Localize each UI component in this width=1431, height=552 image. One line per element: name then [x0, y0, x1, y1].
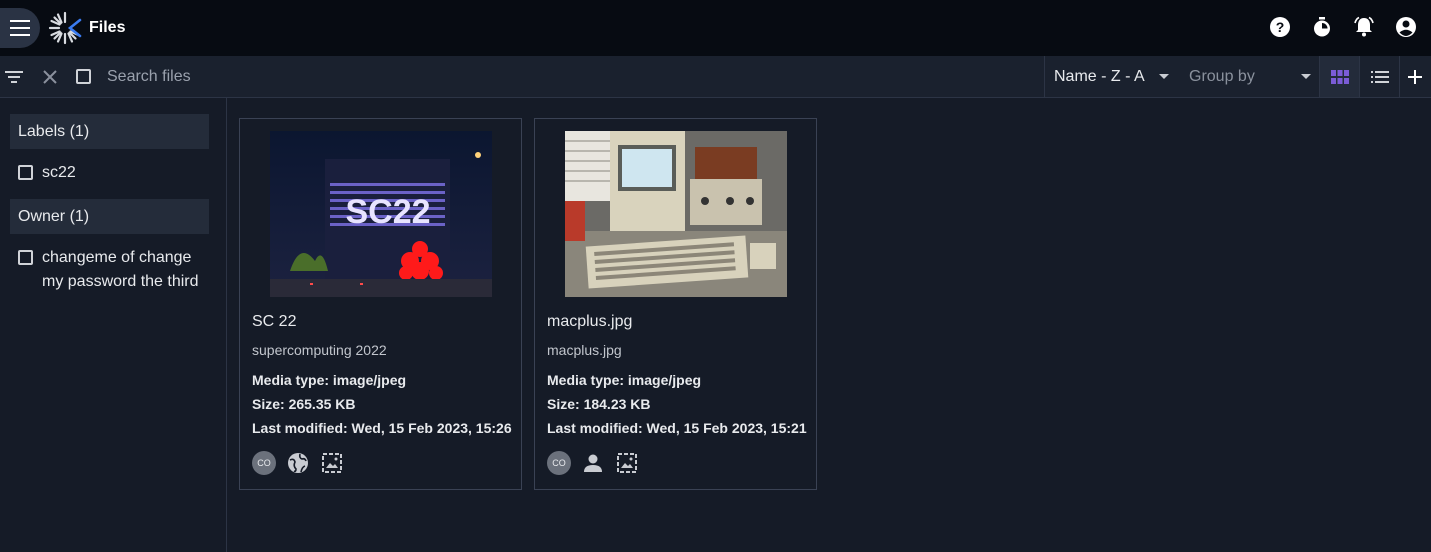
app-logo	[48, 11, 82, 45]
svg-text:SC22: SC22	[345, 193, 430, 231]
file-modified: Last modified: Wed, 15 Feb 2023, 15:21	[547, 420, 807, 436]
file-thumbnail: SC22	[270, 131, 492, 297]
app-header: Files ?	[0, 0, 1431, 56]
file-description: supercomputing 2022	[252, 342, 387, 358]
filter-icon[interactable]	[4, 67, 24, 87]
person-icon	[581, 451, 605, 475]
file-title: macplus.jpg	[547, 313, 633, 330]
account-icon[interactable]	[1395, 16, 1417, 38]
facet-heading-owner[interactable]: Owner (1)	[10, 199, 209, 234]
checkbox[interactable]	[18, 165, 33, 180]
file-modified: Last modified: Wed, 15 Feb 2023, 15:26	[252, 420, 512, 436]
facet-item-owner[interactable]: changeme of change my password the third	[10, 234, 209, 304]
timer-icon[interactable]	[1311, 16, 1333, 38]
grid-view-button[interactable]	[1319, 56, 1359, 97]
grid-icon	[1330, 69, 1349, 84]
file-size: Size: 184.23 KB	[547, 396, 651, 412]
globe-icon	[286, 451, 310, 475]
facet-item-label: changeme of change my password the third	[42, 249, 199, 290]
list-view-button[interactable]	[1359, 56, 1399, 97]
file-size: Size: 265.35 KB	[252, 396, 356, 412]
app-title: Files	[89, 19, 126, 36]
facet-heading-labels[interactable]: Labels (1)	[10, 114, 209, 149]
file-media-type: Media type: image/jpeg	[252, 372, 407, 388]
sort-select[interactable]: Name - Z - A	[1045, 68, 1177, 86]
group-by-placeholder: Group by	[1189, 67, 1255, 85]
sort-value: Name - Z - A	[1054, 67, 1145, 85]
file-title: SC 22	[252, 313, 297, 330]
svg-text:?: ?	[1276, 19, 1285, 35]
file-card[interactable]: SC22 SC 22 supercomputing 2022 Media typ…	[239, 118, 522, 490]
file-meta: Media type: image/jpeg Size: 265.35 KB L…	[252, 368, 512, 440]
file-description: macplus.jpg	[547, 342, 622, 358]
notifications-icon[interactable]	[1353, 16, 1375, 38]
chevron-down-icon	[1301, 74, 1311, 79]
image-icon	[615, 451, 639, 475]
facet-item-label: sc22	[42, 164, 76, 181]
chevron-down-icon	[1159, 74, 1169, 79]
help-icon[interactable]: ?	[1269, 16, 1291, 38]
files-toolbar: Name - Z - A Group by	[0, 56, 1431, 98]
checkbox[interactable]	[18, 250, 33, 265]
plus-icon	[1407, 69, 1422, 84]
owner-avatar[interactable]: CO	[252, 451, 276, 475]
file-media-type: Media type: image/jpeg	[547, 372, 702, 388]
facet-item-sc22[interactable]: sc22	[10, 149, 209, 195]
menu-button[interactable]	[0, 8, 40, 48]
facet-sidebar: Labels (1) sc22 Owner (1) changeme of ch…	[0, 98, 227, 552]
owner-avatar[interactable]: CO	[547, 451, 571, 475]
file-thumbnail	[565, 131, 787, 297]
clear-icon[interactable]	[40, 67, 60, 87]
list-icon	[1370, 70, 1389, 83]
group-by-select[interactable]: Group by	[1177, 68, 1319, 86]
file-meta: Media type: image/jpeg Size: 184.23 KB L…	[547, 368, 807, 440]
add-file-button[interactable]	[1399, 56, 1429, 97]
search-input[interactable]	[107, 67, 707, 86]
image-icon	[320, 451, 344, 475]
select-all-checkbox[interactable]	[73, 67, 93, 87]
file-card[interactable]: macplus.jpg macplus.jpg Media type: imag…	[534, 118, 817, 490]
